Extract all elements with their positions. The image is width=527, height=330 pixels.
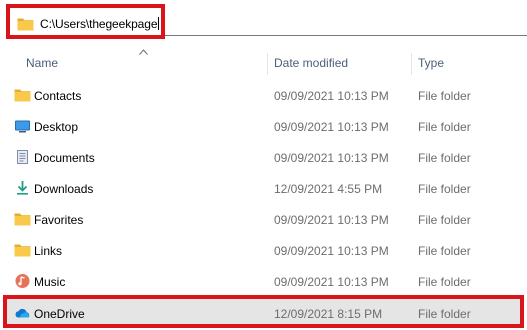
file-explorer-window: C:\Users\thegeekpage Name Date modified … [0, 0, 527, 330]
column-name[interactable]: Name [26, 46, 58, 80]
column-divider[interactable] [267, 53, 268, 75]
item-date: 09/09/2021 10:13 PM [274, 275, 389, 289]
list-item[interactable]: Music 09/09/2021 10:13 PM File folder [0, 267, 527, 297]
list-item[interactable]: Links 09/09/2021 10:13 PM File folder [0, 236, 527, 266]
item-name: Links [34, 244, 63, 258]
column-date-modified[interactable]: Date modified [274, 46, 348, 80]
documents-icon [17, 150, 28, 164]
item-date: 09/09/2021 10:13 PM [274, 89, 389, 103]
folder-icon [14, 213, 31, 226]
column-divider[interactable] [411, 53, 412, 75]
item-type: File folder [418, 244, 471, 258]
item-date: 09/09/2021 10:13 PM [274, 244, 389, 258]
column-header: Name Date modified Type [0, 46, 527, 80]
address-path: C:\Users\thegeekpage [40, 17, 160, 31]
item-type: File folder [418, 213, 471, 227]
item-name: Music [34, 275, 66, 289]
item-date: 12/09/2021 8:15 PM [274, 307, 383, 321]
list-item[interactable]: Documents 09/09/2021 10:13 PM File folde… [0, 143, 527, 173]
item-type: File folder [418, 307, 471, 321]
item-type: File folder [418, 120, 471, 134]
list-item[interactable]: Desktop 09/09/2021 10:13 PM File folder [0, 112, 527, 142]
item-date: 09/09/2021 10:13 PM [274, 213, 389, 227]
folder-icon [14, 244, 31, 257]
item-name: Favorites [34, 213, 84, 227]
desktop-icon [15, 120, 30, 133]
item-name: Contacts [34, 89, 82, 103]
list-item[interactable]: Downloads 12/09/2021 4:55 PM File folder [0, 174, 527, 204]
address-bar-underline [165, 35, 527, 36]
item-date: 09/09/2021 10:13 PM [274, 151, 389, 165]
item-type: File folder [418, 182, 471, 196]
item-name: Desktop [34, 120, 79, 134]
folder-icon [14, 89, 31, 102]
item-type: File folder [418, 151, 471, 165]
item-date: 12/09/2021 4:55 PM [274, 182, 383, 196]
list-item[interactable]: Favorites 09/09/2021 10:13 PM File folde… [0, 205, 527, 235]
folder-icon [17, 18, 34, 31]
music-icon [15, 274, 30, 288]
text-caret [158, 17, 160, 30]
list-item[interactable]: Contacts 09/09/2021 10:13 PM File folder [0, 81, 527, 111]
download-icon [17, 181, 28, 195]
item-name: Documents [34, 151, 95, 165]
item-date: 09/09/2021 10:13 PM [274, 120, 389, 134]
list-item-onedrive[interactable]: OneDrive 12/09/2021 8:15 PM File folder [0, 299, 527, 329]
item-type: File folder [418, 275, 471, 289]
address-input[interactable]: C:\Users\thegeekpage [6, 4, 165, 39]
item-name: Downloads [34, 182, 94, 196]
item-type: File folder [418, 89, 471, 103]
sort-ascending-icon [139, 49, 148, 55]
item-name: OneDrive [34, 307, 85, 321]
address-bar: C:\Users\thegeekpage [0, 0, 527, 46]
column-type[interactable]: Type [418, 46, 444, 80]
onedrive-icon [15, 308, 30, 318]
